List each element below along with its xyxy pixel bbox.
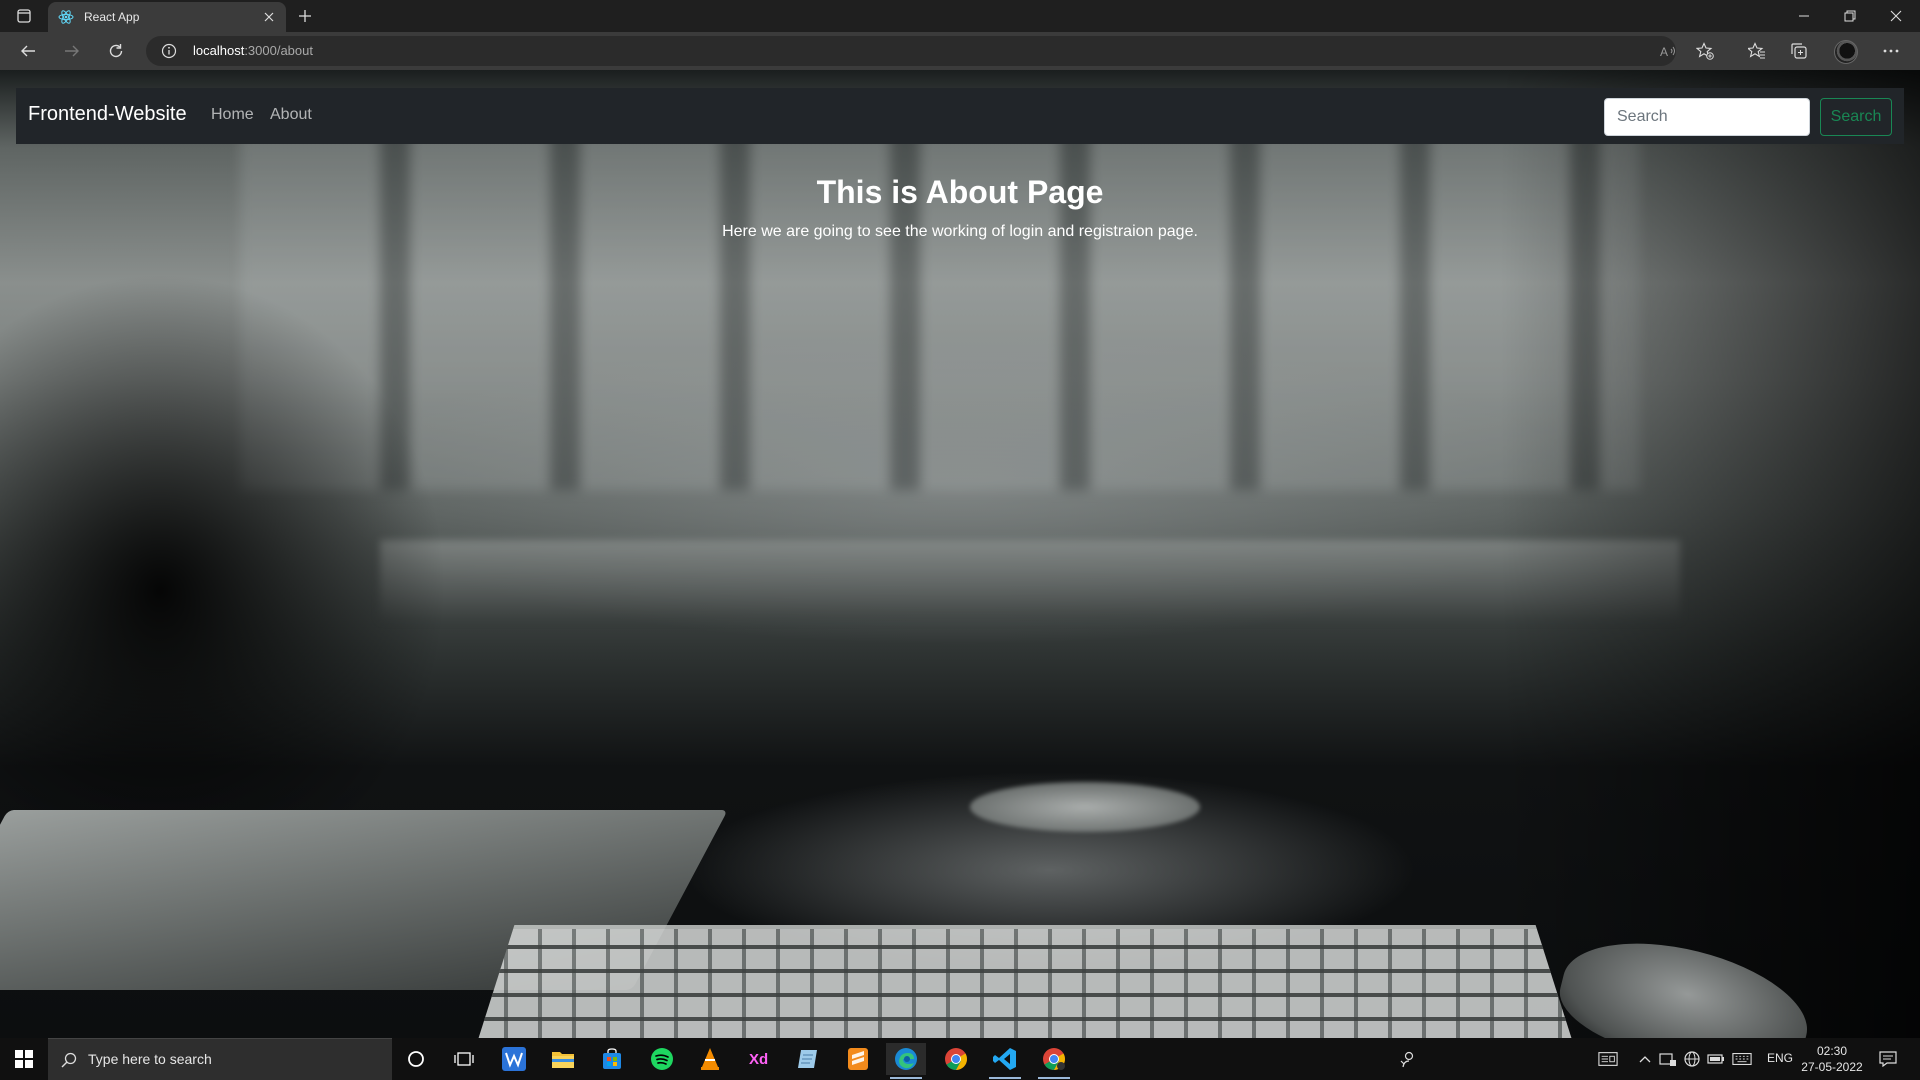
browser-toolbar: localhost:3000/about A [0, 32, 1920, 70]
favorites-icon[interactable] [1744, 39, 1770, 63]
info-icon[interactable] [160, 42, 178, 60]
background-sill [380, 540, 1680, 620]
input-language[interactable]: ENG [1767, 1051, 1793, 1065]
battery-icon[interactable] [1706, 1050, 1726, 1068]
file-explorer-icon[interactable] [543, 1043, 583, 1075]
url-host: localhost [193, 43, 245, 58]
clock-date: 27-05-2022 [1801, 1060, 1863, 1074]
svg-text:A: A [1660, 45, 1668, 58]
people-icon[interactable] [1398, 1050, 1418, 1068]
plus-icon[interactable] [294, 5, 316, 27]
clock-time: 02:30 [1816, 1044, 1848, 1058]
nav-link-home[interactable]: Home [211, 106, 254, 124]
search-button[interactable]: Search [1820, 98, 1892, 136]
system-clock[interactable]: 02:30 27-05-2022 [1798, 1043, 1866, 1075]
page-viewport: Frontend-Website Home About Search This … [0, 70, 1920, 1038]
browser-tab[interactable]: React App [48, 2, 286, 32]
navbar-brand[interactable]: Frontend-Website [28, 103, 187, 126]
notification-icon[interactable] [1876, 1048, 1900, 1070]
news-widget-icon[interactable] [1598, 1050, 1618, 1068]
vscode-icon[interactable] [985, 1043, 1025, 1079]
windows-start-icon[interactable] [0, 1038, 48, 1080]
chevron-up-icon[interactable] [1635, 1050, 1655, 1068]
tab-actions-icon[interactable] [10, 5, 38, 27]
url-path: :3000/about [244, 43, 313, 58]
spotify-icon[interactable] [642, 1043, 682, 1075]
page-description: Here we are going to see the working of … [722, 223, 1198, 240]
keyboard-icon[interactable] [1732, 1050, 1752, 1068]
read-aloud-icon[interactable]: A [1656, 39, 1682, 63]
browser-tab-bar: React App [0, 0, 1920, 32]
sublime-text-icon[interactable] [838, 1043, 878, 1075]
collections-icon[interactable] [1786, 39, 1812, 63]
edge-icon[interactable] [886, 1043, 926, 1079]
back-icon[interactable] [14, 39, 42, 63]
notepad-icon[interactable] [788, 1043, 828, 1075]
forward-icon[interactable] [58, 39, 86, 63]
restore-icon[interactable] [1832, 4, 1868, 28]
globe-icon[interactable] [1682, 1050, 1702, 1068]
chrome-icon[interactable] [936, 1043, 976, 1075]
add-favorite-icon[interactable] [1692, 39, 1718, 63]
close-window-icon[interactable] [1878, 4, 1914, 28]
adobe-xd-label: Xd [749, 1051, 768, 1068]
tab-title: React App [84, 10, 140, 24]
react-logo-icon [58, 9, 74, 25]
task-view-icon[interactable] [444, 1043, 484, 1075]
background-cup [970, 782, 1200, 832]
profile-avatar[interactable] [1834, 40, 1858, 64]
refresh-icon[interactable] [102, 39, 130, 63]
page-title: This is About Page [816, 174, 1104, 210]
background-right-shadow [1500, 70, 1920, 1038]
more-icon[interactable] [1878, 39, 1904, 63]
search-icon [60, 1051, 78, 1069]
cortana-icon[interactable] [396, 1043, 436, 1075]
store-icon[interactable] [592, 1043, 632, 1075]
network-adapter-icon[interactable] [1658, 1050, 1678, 1068]
taskbar-search-box[interactable]: Type here to search [48, 1038, 392, 1080]
background-keyboard-rows [470, 925, 1580, 1038]
site-navbar: Frontend-Website Home About Search [16, 88, 1904, 144]
close-icon[interactable] [260, 8, 278, 26]
nav-link-about[interactable]: About [270, 106, 312, 124]
app-w-icon[interactable] [494, 1043, 534, 1075]
search-input[interactable] [1604, 98, 1810, 136]
url-text: localhost:3000/about [193, 43, 313, 58]
address-bar[interactable]: localhost:3000/about [146, 36, 1676, 66]
minimize-icon[interactable] [1786, 4, 1822, 28]
vlc-icon[interactable] [690, 1043, 730, 1075]
chrome-dev-icon[interactable] [1034, 1043, 1074, 1079]
taskbar-search-placeholder: Type here to search [88, 1051, 212, 1067]
windows-taskbar: Type here to search Xd ENG 02:30 27-05-2… [0, 1038, 1920, 1080]
adobe-xd-icon[interactable]: Xd [740, 1043, 780, 1075]
